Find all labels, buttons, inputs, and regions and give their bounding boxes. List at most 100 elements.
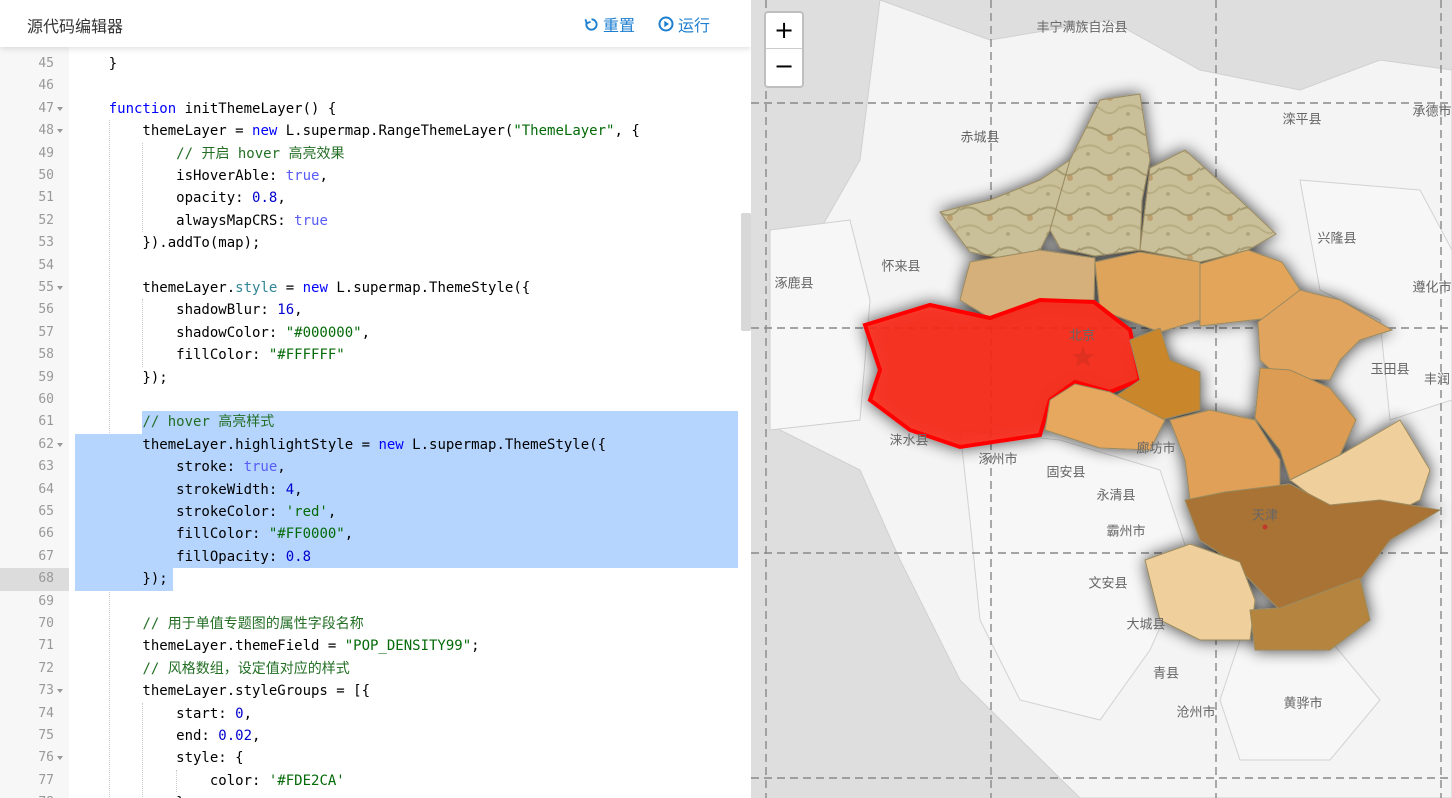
code-line[interactable]: isHoverAble: true, (75, 165, 328, 187)
code-line[interactable]: themeLayer.highlightStyle = new L.superm… (75, 434, 606, 456)
code-line[interactable]: strokeWidth: 4, (75, 479, 302, 501)
code-line[interactable]: shadowBlur: 16, (75, 299, 303, 321)
map-canvas[interactable]: 丰宁满族自治县滦平县 承德市赤城县兴隆县怀来县涿鹿县 遵化市北京玉田县丰润涞水县 廊坊… (751, 0, 1452, 798)
code-line[interactable]: opacity: 0.8, (75, 187, 286, 209)
code-line[interactable]: color: '#FDE2CA' (75, 770, 345, 792)
line-number: 76 (38, 750, 54, 766)
line-number: 71 (38, 638, 54, 654)
place-label: 沧州市 (1176, 705, 1215, 721)
line-number: 45 (38, 56, 54, 71)
code-token: 0.8 (252, 190, 278, 207)
code-token: start: (75, 705, 236, 722)
code-line[interactable]: themeLayer.style = new L.supermap.ThemeS… (75, 277, 530, 299)
line-number: 62 (38, 436, 54, 452)
fold-arrow-icon[interactable] (57, 286, 63, 290)
line-number: 47 (38, 100, 54, 116)
place-label: 怀来县 (881, 260, 920, 275)
code-token: function (108, 100, 177, 117)
editor-header: 源代码编辑器 重置 运行 (0, 0, 751, 47)
code-token: ; (471, 638, 480, 655)
code-token: 0 (235, 705, 244, 722)
zoom-in-button[interactable]: + (766, 13, 802, 49)
code-line[interactable]: // 风格数组，设定值对应的样式 (75, 658, 350, 680)
code-token: "#FFFFFF" (268, 347, 345, 364)
code-line[interactable]: strokeColor: 'red', (75, 501, 336, 523)
editor-scrollbar[interactable] (741, 213, 751, 331)
code-line[interactable]: }); (75, 568, 168, 590)
code-line[interactable]: stroke: true, (75, 456, 286, 478)
zoom-control: + − (764, 11, 804, 88)
fold-arrow-icon[interactable] (57, 106, 63, 111)
fold-arrow-icon[interactable] (57, 129, 63, 134)
code-line[interactable]: // 开启 hover 高亮效果 (75, 143, 344, 165)
line-number-gutter: 45 46 47 48 49 50 51 52 53 54 55 56 57 58 59 60 61 62 63 64… (0, 47, 69, 798)
place-label: 文安县 (1088, 577, 1127, 592)
code-line[interactable]: fillColor: "#FFFFFF" (75, 344, 345, 366)
code-token: , { (614, 123, 640, 140)
code-token: '#FDE2CA' (268, 772, 345, 789)
line-number: 74 (38, 705, 54, 721)
code-line[interactable]: themeLayer = new L.supermap.RangeThemeLa… (75, 120, 640, 142)
code-line[interactable]: fillColor: "#FF0000", (75, 523, 353, 545)
code-line[interactable]: end: 0.02, (75, 725, 260, 747)
place-label: 涿州市 (978, 452, 1017, 468)
code-line[interactable]: themeLayer.themeField = "POP_DENSITY99"; (75, 635, 480, 657)
map-view[interactable]: 丰宁满族自治县 滦平县 承德市 赤城县 兴隆县 怀来县 涿鹿县 遵化市 北京 玉田县 丰润 涞水县 廊坊… (751, 0, 1452, 798)
line-number: 73 (38, 683, 54, 699)
line-number: 55 (38, 280, 54, 295)
code-token: }); (75, 369, 168, 386)
place-label: 承德市 (1412, 104, 1451, 120)
place-label: 黄骅市 (1283, 696, 1322, 712)
fold-arrow-icon[interactable] (57, 756, 63, 761)
place-label: 遵化市 (1412, 280, 1451, 296)
code-line[interactable]: function initThemeLayer() { (75, 98, 337, 120)
reset-button[interactable]: 重置 (584, 12, 635, 36)
run-label: 运行 (678, 16, 711, 35)
code-line[interactable]: themeLayer.styleGroups = [{ (75, 680, 370, 702)
line-number: 63 (38, 459, 54, 475)
code-token: fillOpacity: (75, 548, 286, 565)
run-button[interactable]: 运行 (658, 12, 710, 36)
code-line[interactable]: fillOpacity: 0.8 (75, 546, 311, 568)
code-line[interactable]: shadowColor: "#000000", (75, 322, 370, 344)
code-token: themeLayer.styleGroups = [{ (75, 683, 371, 700)
place-label: 丰宁满族自治县 (1036, 20, 1127, 36)
code-token: , (344, 526, 354, 543)
code-line[interactable]: style: { (75, 747, 243, 769)
line-number: 46 (38, 78, 54, 94)
fold-arrow-icon[interactable] (57, 689, 63, 694)
code-token: "#FF0000" (268, 526, 345, 543)
play-circle-icon (658, 16, 674, 32)
code-token: // 风格数组，设定值对应的样式 (142, 660, 350, 677)
code-token: themeLayer.highlightStyle = (75, 436, 379, 453)
editor-title: 源代码编辑器 (27, 17, 124, 36)
zoom-out-button[interactable]: − (766, 49, 802, 85)
code-line[interactable]: } (75, 53, 117, 75)
code-token: , (294, 302, 303, 319)
code-line[interactable]: }).addTo(map); (75, 232, 260, 254)
code-area[interactable]: } function initThemeLayer() { themeLayer… (69, 47, 751, 798)
code-line[interactable]: } (75, 792, 184, 798)
place-label: 永清县 (1096, 489, 1135, 504)
line-number: 57 (38, 324, 54, 340)
code-token: }); (75, 571, 168, 588)
code-token: L.supermap.RangeThemeLayer( (277, 123, 514, 140)
line-number: 51 (38, 190, 54, 206)
code-token: new (378, 436, 404, 453)
code-line[interactable]: // hover 高亮样式 (75, 411, 274, 433)
code-token: new (252, 123, 278, 140)
code-line[interactable]: start: 0, (75, 703, 252, 725)
line-number: 64 (38, 481, 54, 497)
code-line[interactable]: // 用于单值专题图的属性字段名称 (75, 613, 364, 635)
code-line[interactable]: alwaysMapCRS: true (75, 210, 328, 232)
fold-arrow-icon[interactable] (57, 442, 63, 447)
place-label: 霸州市 (1106, 524, 1145, 540)
code-token: = (277, 280, 303, 296)
code-token: alwaysMapCRS: (75, 212, 295, 229)
code-token: L.supermap.ThemeStyle({ (403, 436, 607, 453)
code-token: "POP_DENSITY99" (344, 638, 472, 655)
code-line[interactable]: }); (75, 367, 168, 389)
code-token: // 用于单值专题图的属性字段名称 (142, 616, 364, 632)
